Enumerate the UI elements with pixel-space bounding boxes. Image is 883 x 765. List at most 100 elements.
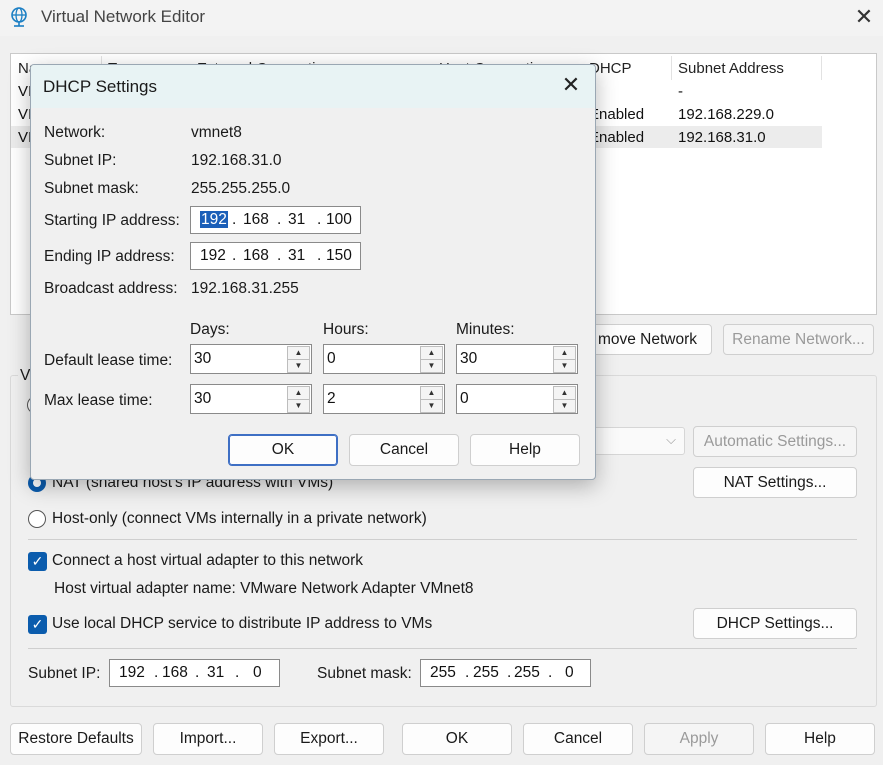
ip-octet[interactable]: 255 <box>430 664 456 682</box>
ip-dot: . <box>277 247 282 264</box>
adapter-name-text: Host virtual adapter name: VMware Networ… <box>54 580 474 597</box>
ip-octet[interactable]: 0 <box>253 664 262 682</box>
divider <box>28 539 857 540</box>
starting-ip-input[interactable]: 192 . 168 . 31 . 100 <box>190 206 361 234</box>
ending-ip-input[interactable]: 192 . 168 . 31 . 150 <box>190 242 361 270</box>
spinner-value[interactable]: 30 <box>194 390 211 408</box>
chevron-down-icon: ⌵ <box>666 432 676 447</box>
ip-octet[interactable]: 31 <box>288 247 305 265</box>
ip-octet[interactable]: 150 <box>326 247 352 265</box>
ok-button[interactable]: OK <box>402 723 512 755</box>
spinner-value[interactable]: 30 <box>194 350 211 368</box>
max-lease-label: Max lease time: <box>44 392 153 409</box>
ip-dot: . <box>154 664 159 681</box>
cancel-button[interactable]: Cancel <box>523 723 633 755</box>
use-dhcp-label[interactable]: Use local DHCP service to distribute IP … <box>52 615 432 633</box>
default-minutes-spinner[interactable]: 30 ▲ ▼ <box>456 344 578 374</box>
ending-ip-label: Ending IP address: <box>44 248 175 265</box>
arrow-up-icon[interactable]: ▲ <box>420 346 443 360</box>
nat-settings-button[interactable]: NAT Settings... <box>693 467 857 498</box>
max-days-spinner[interactable]: 30 ▲ ▼ <box>190 384 312 414</box>
ip-dot: . <box>317 247 322 264</box>
divider <box>28 648 857 649</box>
arrow-down-icon[interactable]: ▼ <box>287 399 310 413</box>
network-label: Network: <box>44 124 106 141</box>
arrow-up-icon[interactable]: ▲ <box>553 386 576 400</box>
connect-adapter-label[interactable]: Connect a host virtual adapter to this n… <box>52 552 363 570</box>
subnet-mask-input[interactable]: 255 . 255 . 255 . 0 <box>420 659 591 687</box>
ip-octet[interactable]: 255 <box>514 664 540 682</box>
arrow-down-icon[interactable]: ▼ <box>553 359 576 373</box>
ip-octet[interactable]: 192 <box>119 664 145 682</box>
row-dhcp: Enabled <box>589 129 645 146</box>
col-header-subnet[interactable]: Subnet Address <box>678 60 784 77</box>
max-minutes-spinner[interactable]: 0 ▲ ▼ <box>456 384 578 414</box>
selected-octet[interactable]: 192 <box>200 211 228 228</box>
ip-dot: . <box>235 664 240 681</box>
hours-label: Hours: <box>323 321 369 338</box>
broadcast-value: 192.168.31.255 <box>191 280 299 297</box>
connect-adapter-checkbox[interactable]: ✓ <box>28 552 47 571</box>
starting-ip-label: Starting IP address: <box>44 212 180 229</box>
ip-octet[interactable]: 192 <box>200 211 228 229</box>
hostonly-option-label[interactable]: Host-only (connect VMs internally in a p… <box>52 510 427 528</box>
dhcp-settings-button[interactable]: DHCP Settings... <box>693 608 857 639</box>
dialog-help-button[interactable]: Help <box>470 434 580 466</box>
rename-network-button[interactable]: Rename Network... <box>723 324 874 355</box>
broadcast-label: Broadcast address: <box>44 280 178 297</box>
automatic-settings-button[interactable]: Automatic Settings... <box>693 426 857 457</box>
spinner-value[interactable]: 2 <box>327 390 336 408</box>
ip-octet[interactable]: 168 <box>243 247 269 265</box>
help-button[interactable]: Help <box>765 723 875 755</box>
ip-octet[interactable]: 168 <box>243 211 269 229</box>
restore-defaults-button[interactable]: Restore Defaults <box>10 723 142 755</box>
subnet-ip-input[interactable]: 192 . 168 . 31 . 0 <box>109 659 280 687</box>
arrow-down-icon[interactable]: ▼ <box>287 359 310 373</box>
default-days-spinner[interactable]: 30 ▲ ▼ <box>190 344 312 374</box>
ip-octet[interactable]: 31 <box>207 664 224 682</box>
arrow-down-icon[interactable]: ▼ <box>420 399 443 413</box>
spinner-value[interactable]: 0 <box>460 390 469 408</box>
spinner-value[interactable]: 0 <box>327 350 336 368</box>
arrow-up-icon[interactable]: ▲ <box>553 346 576 360</box>
ip-octet[interactable]: 192 <box>200 247 226 265</box>
apply-button[interactable]: Apply <box>644 723 754 755</box>
ip-octet[interactable]: 31 <box>288 211 305 229</box>
col-divider <box>821 56 822 80</box>
export-button[interactable]: Export... <box>274 723 384 755</box>
spinner-value[interactable]: 30 <box>460 350 477 368</box>
arrow-up-icon[interactable]: ▲ <box>287 386 310 400</box>
network-value: vmnet8 <box>191 124 242 141</box>
arrow-down-icon[interactable]: ▼ <box>420 359 443 373</box>
ip-dot: . <box>548 664 553 681</box>
subnet-ip-label: Subnet IP: <box>44 152 117 169</box>
ip-dot: . <box>465 664 470 681</box>
default-hours-spinner[interactable]: 0 ▲ ▼ <box>323 344 445 374</box>
close-icon[interactable]: ✕ <box>558 72 584 98</box>
dhcp-settings-dialog: DHCP Settings ✕ Network: vmnet8 Subnet I… <box>30 64 596 480</box>
ip-dot: . <box>277 211 282 228</box>
hostonly-radio[interactable] <box>28 510 46 528</box>
arrow-down-icon[interactable]: ▼ <box>553 399 576 413</box>
close-icon[interactable]: ✕ <box>851 4 877 30</box>
arrow-up-icon[interactable]: ▲ <box>287 346 310 360</box>
max-hours-spinner[interactable]: 2 ▲ ▼ <box>323 384 445 414</box>
import-button[interactable]: Import... <box>153 723 263 755</box>
row-subnet: 192.168.229.0 <box>678 106 774 123</box>
dialog-ok-button[interactable]: OK <box>228 434 338 466</box>
dialog-cancel-button[interactable]: Cancel <box>349 434 459 466</box>
row-subnet: 192.168.31.0 <box>678 129 766 146</box>
ip-octet[interactable]: 0 <box>565 664 574 682</box>
ip-octet[interactable]: 100 <box>326 211 352 229</box>
dialog-title: DHCP Settings <box>43 77 158 96</box>
days-label: Days: <box>190 321 230 338</box>
arrow-up-icon[interactable]: ▲ <box>420 386 443 400</box>
window-title: Virtual Network Editor <box>41 7 206 26</box>
row-subnet: - <box>678 83 683 100</box>
default-lease-label: Default lease time: <box>44 352 173 369</box>
ip-dot: . <box>317 211 322 228</box>
bridge-target-dropdown[interactable]: ⌵ <box>585 427 685 455</box>
use-dhcp-checkbox[interactable]: ✓ <box>28 615 47 634</box>
ip-octet[interactable]: 168 <box>162 664 188 682</box>
ip-octet[interactable]: 255 <box>473 664 499 682</box>
